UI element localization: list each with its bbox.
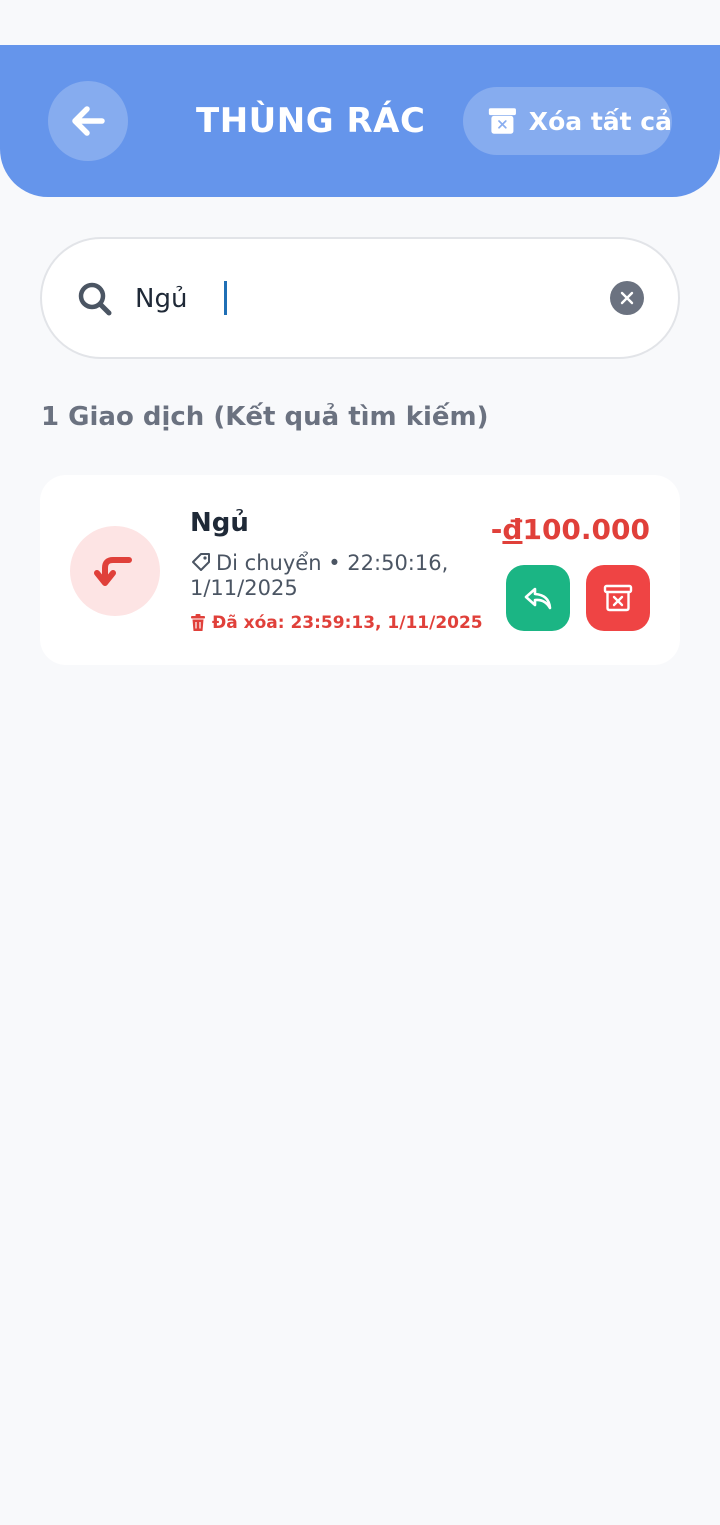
header: THÙNG RÁC Xóa tất cả [0, 45, 720, 197]
transaction-type-icon [70, 526, 160, 616]
amount-value: 100.000 [522, 513, 650, 546]
restore-button[interactable] [506, 565, 570, 631]
search-icon [78, 282, 112, 316]
search-bar[interactable] [40, 237, 680, 359]
transaction-name: Ngủ [190, 508, 249, 538]
result-count: 1 Giao dịch (Kết quả tìm kiếm) [41, 402, 489, 432]
arrow-left-icon [72, 106, 105, 136]
trash-icon [191, 614, 205, 631]
deleted-label: Đã xóa: 23:59:13, 1/11/2025 [212, 613, 483, 633]
permanent-delete-button[interactable] [586, 565, 650, 631]
search-input[interactable] [135, 277, 595, 321]
trash-box-icon [488, 108, 516, 134]
clear-all-button[interactable]: Xóa tất cả [463, 87, 672, 155]
deleted-timestamp: Đã xóa: 23:59:13, 1/11/2025 [190, 613, 483, 633]
transaction-category: Di chuyển [216, 551, 322, 575]
back-button[interactable] [48, 81, 128, 161]
close-icon [620, 291, 634, 305]
trash-box-icon [603, 584, 633, 612]
transaction-meta: Di chuyển • 22:50:16, 1/11/2025 [190, 551, 460, 601]
transaction-card[interactable]: Ngủ Di chuyển • 22:50:16, 1/11/2025 Đã x… [40, 475, 680, 665]
currency-symbol: đ [502, 513, 523, 546]
amount-sign: - [490, 513, 503, 546]
page-title: THÙNG RÁC [196, 101, 426, 141]
reply-arrow-icon [524, 587, 552, 610]
meta-separator: • [328, 551, 341, 575]
text-caret [224, 281, 227, 315]
return-arrow-icon [94, 557, 132, 586]
status-bar [0, 0, 720, 45]
tag-icon [192, 553, 210, 571]
clear-all-label: Xóa tất cả [528, 106, 672, 136]
clear-search-button[interactable] [610, 281, 644, 315]
transaction-amount: -đ100.000 [491, 513, 650, 546]
